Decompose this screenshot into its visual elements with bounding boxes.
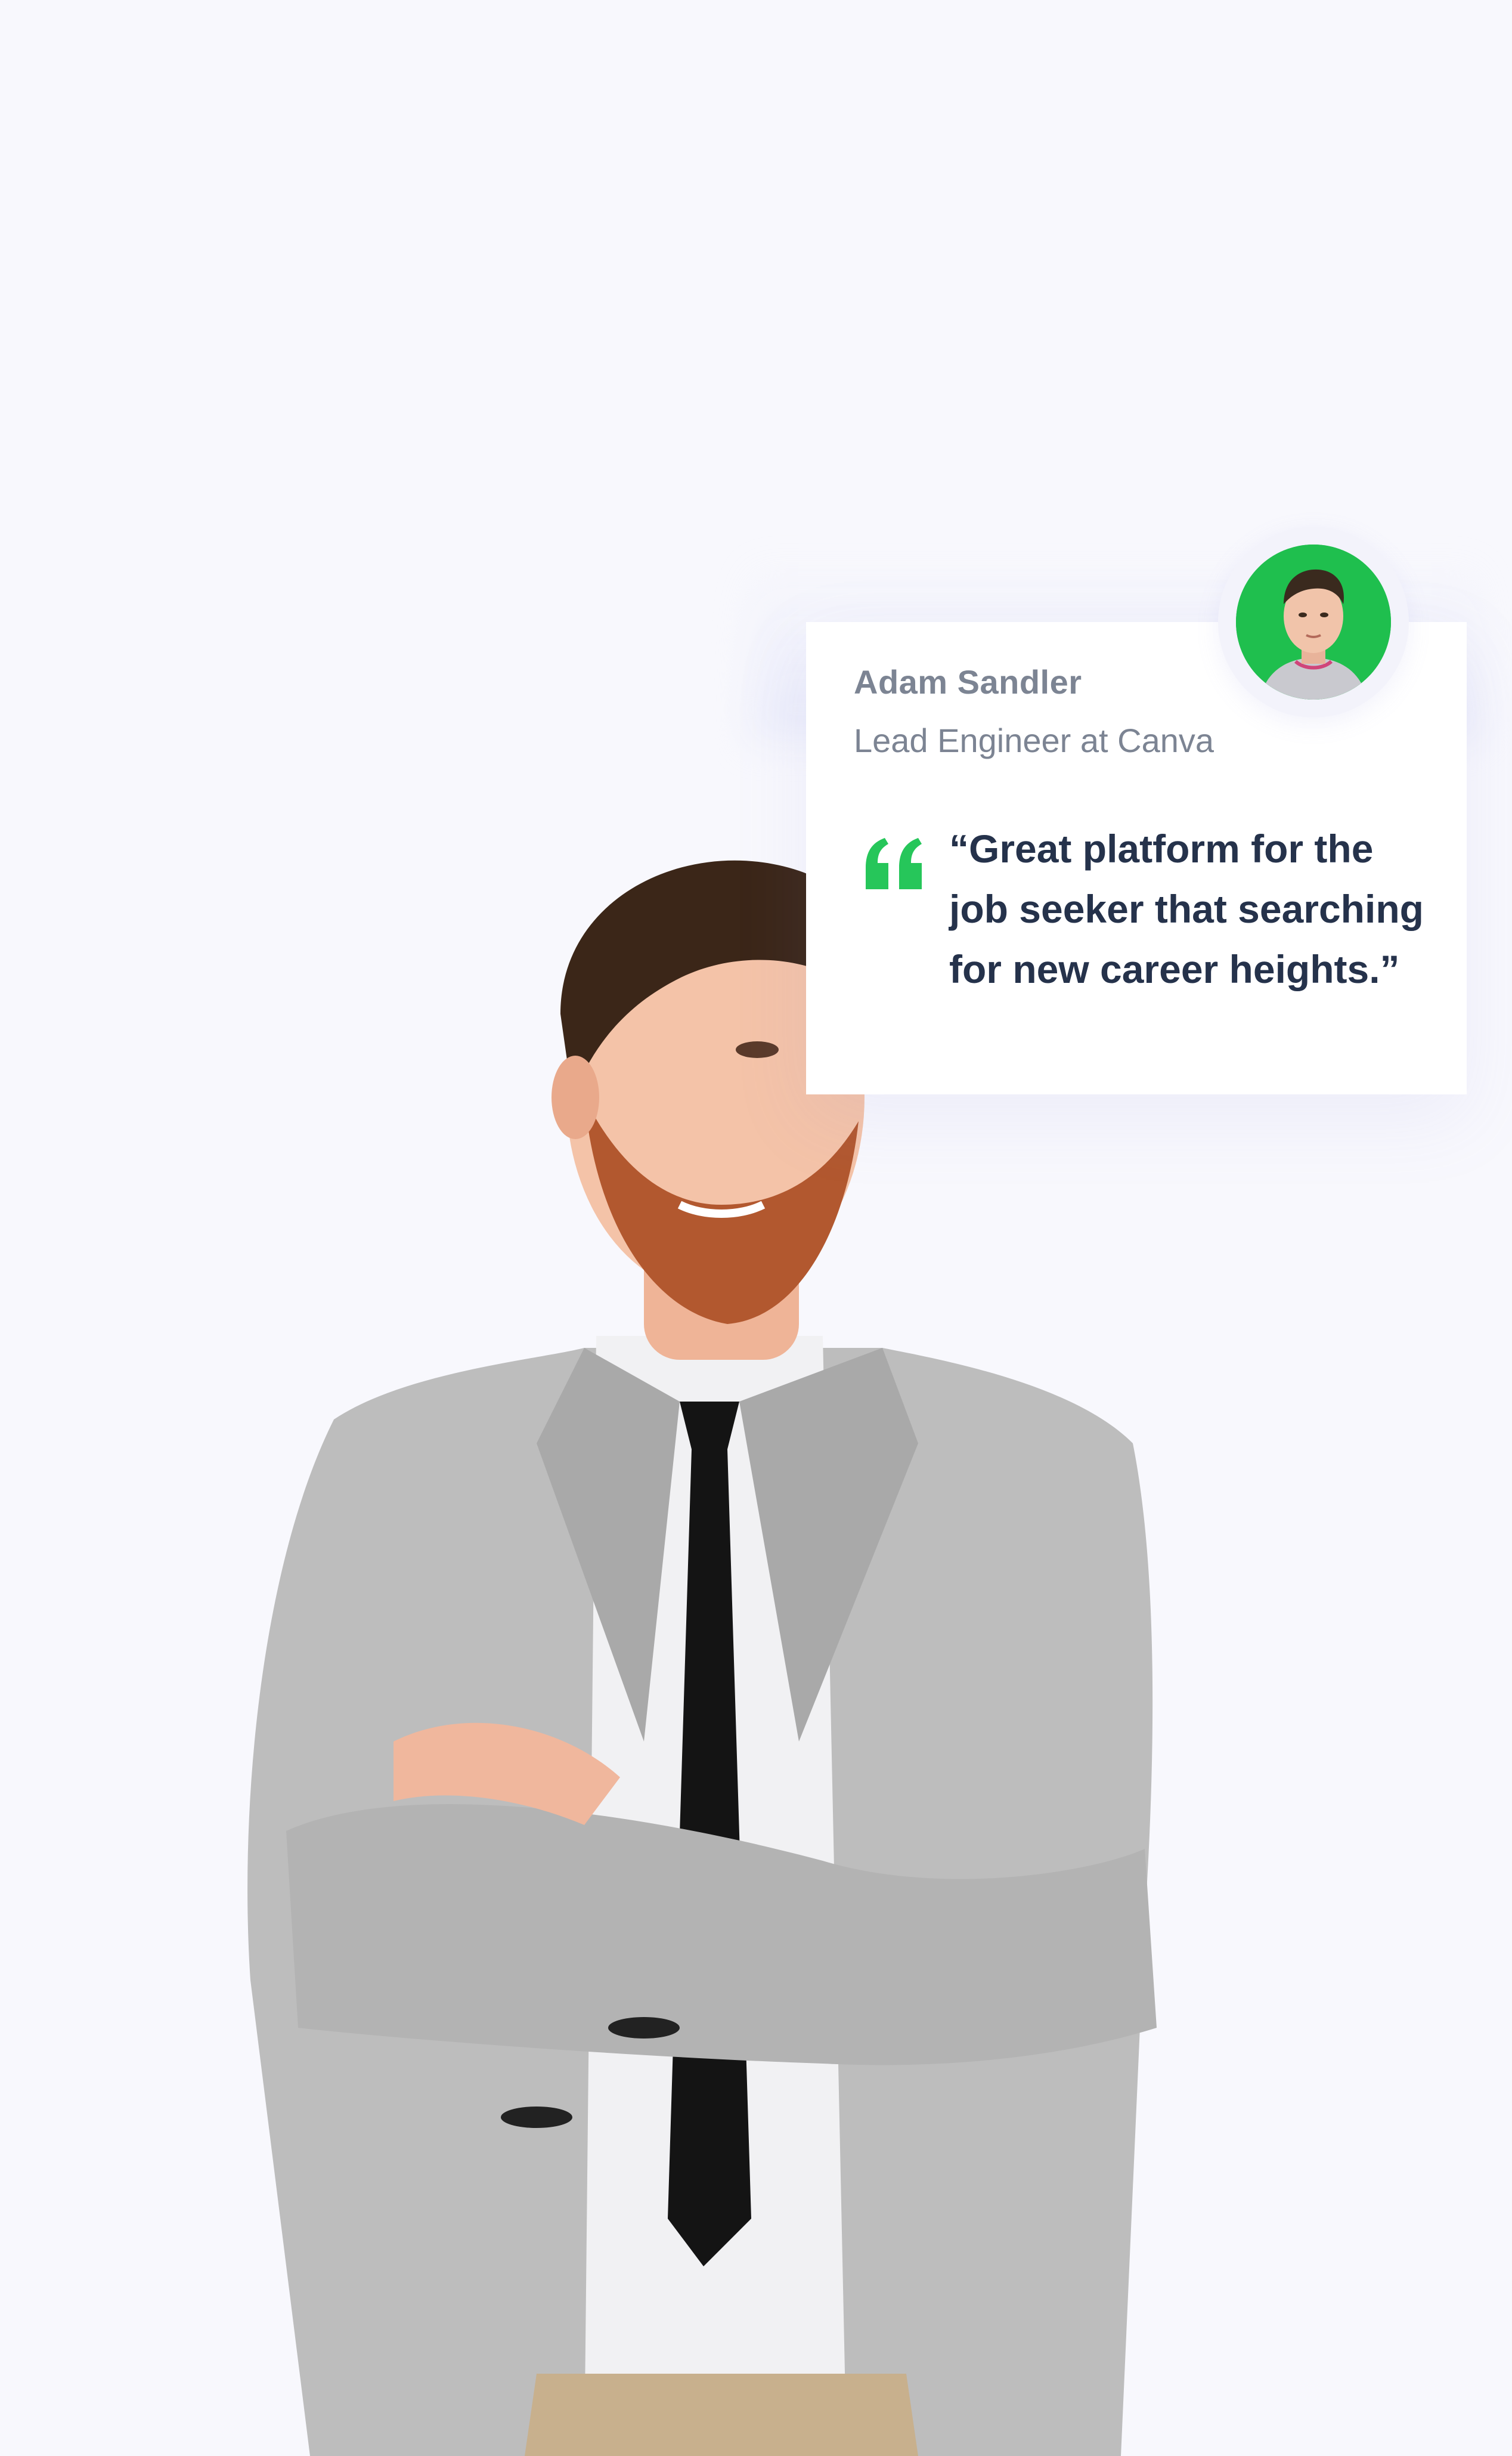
quote-icon [862,837,928,890]
author-name: Adam Sandler [854,663,1082,701]
author-role: Lead Engineer at Canva [854,722,1214,759]
avatar [1236,545,1391,700]
testimonial-quote: “Great platform for the job seeker that … [949,827,1424,991]
